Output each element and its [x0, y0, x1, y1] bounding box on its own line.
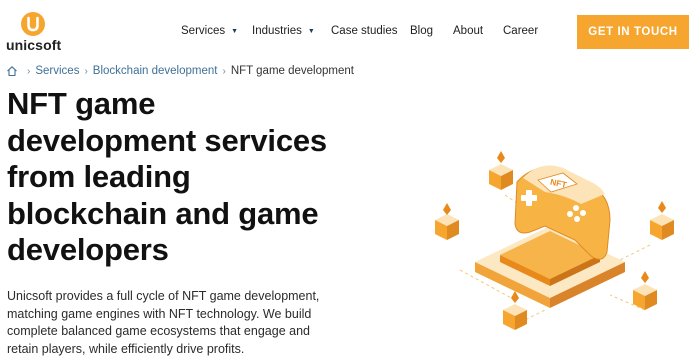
logo-u-icon [21, 12, 45, 36]
crystal-icon [633, 271, 657, 310]
nav-item-label: Industries [252, 25, 302, 37]
crystal-icon [489, 151, 513, 190]
nav-item-blog[interactable]: Blog [410, 25, 433, 37]
nft-gamepad-illustration: NFT [435, 151, 674, 330]
nav-item-career[interactable]: Career [503, 25, 538, 37]
breadcrumb-current: NFT game development [230, 65, 354, 77]
crystal-icon [435, 203, 459, 240]
nav-item-label: Services [181, 25, 226, 37]
site-header: unicsoft Services ▼ Industries ▼ Case stud… [0, 0, 700, 62]
get-in-touch-button[interactable]: GET IN TOUCH [577, 15, 689, 49]
nav-item-services[interactable]: Services ▼ [181, 25, 238, 37]
home-icon[interactable] [6, 65, 18, 77]
nav-item-about[interactable]: About [453, 25, 483, 37]
breadcrumb: › Services › Blockchain development › NF… [6, 65, 354, 77]
page-title: NFT game development services from leadi… [7, 86, 327, 267]
breadcrumb-link-services[interactable]: Services [35, 65, 79, 77]
brand-logo[interactable]: unicsoft [6, 12, 62, 53]
crystal-icon [650, 201, 674, 240]
breadcrumb-link-blockchain[interactable]: Blockchain development [93, 65, 218, 77]
nav-item-case-studies[interactable]: Case studies [331, 25, 397, 37]
breadcrumb-separator: › [27, 65, 31, 77]
breadcrumb-separator: › [222, 65, 226, 77]
nav-item-industries[interactable]: Industries ▼ [252, 25, 315, 37]
crystal-icon [503, 291, 527, 330]
breadcrumb-separator: › [84, 65, 88, 77]
brand-name: unicsoft [6, 37, 62, 53]
hero-description: Unicsoft provides a full cycle of NFT ga… [7, 289, 320, 356]
chevron-down-icon: ▼ [307, 28, 315, 35]
chevron-down-icon: ▼ [231, 28, 239, 35]
